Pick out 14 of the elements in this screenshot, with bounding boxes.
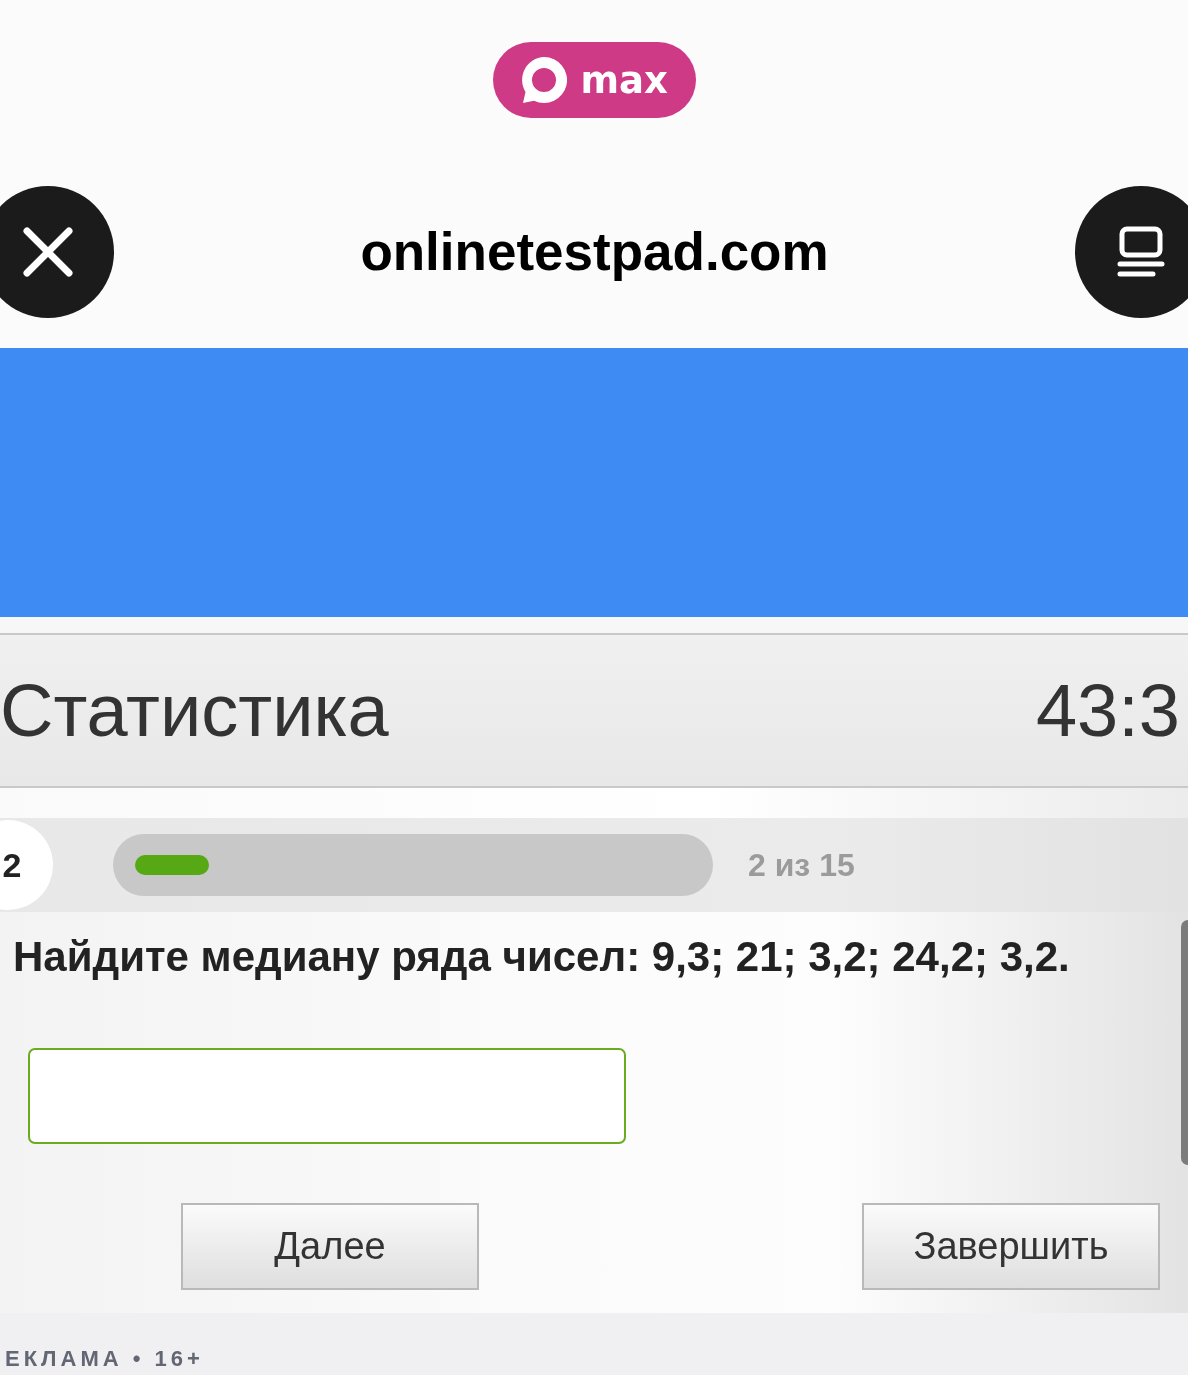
rectangle-lines-icon [1117, 226, 1165, 278]
ad-label: ЕКЛАМА • 16+ [5, 1346, 204, 1371]
progress-counter: 2 из 15 [748, 846, 855, 884]
question-text: Найдите медиану ряда чисел: 9,3; 21; 3,2; 24,2; 3,2. [13, 932, 1070, 982]
next-button[interactable]: Далее [181, 1203, 479, 1291]
timer-text: 43:3 [1035, 669, 1180, 752]
logo-text: max [580, 61, 668, 99]
answer-field[interactable] [28, 1048, 626, 1145]
close-icon [23, 227, 73, 277]
question-number: 2 [0, 820, 53, 910]
test-title: Статистика [0, 669, 389, 752]
scrollbar-thumb[interactable] [1181, 920, 1188, 1165]
finish-button[interactable]: Завершить [862, 1203, 1160, 1291]
site-title: onlinetestpad.com [360, 222, 829, 282]
